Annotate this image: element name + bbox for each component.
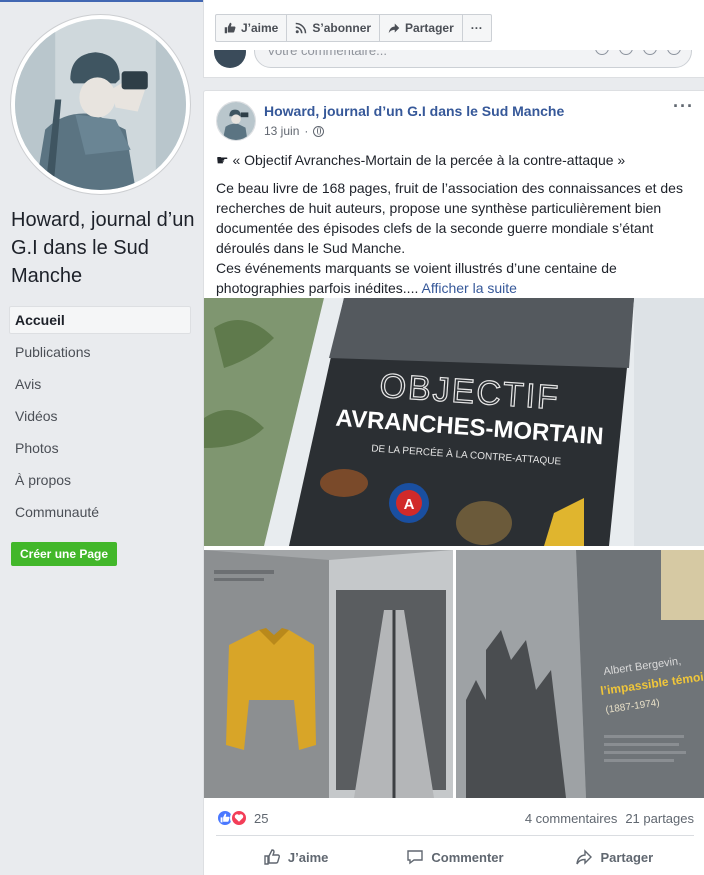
reaction-icons[interactable] [216,809,248,827]
comment-input[interactable]: Votre commentaire... [254,50,692,68]
page-like-button[interactable]: J’aime [215,14,288,42]
gif-icon[interactable] [643,50,657,55]
post-card: Howard, journal d’un G.I dans le Sud Man… [203,90,704,875]
page-more-button[interactable]: ··· [462,14,492,42]
page-like-label: J’aime [241,21,279,35]
svg-text:A: A [404,496,415,513]
soldier-avatar-icon [217,102,255,140]
nav-item-photos[interactable]: Photos [9,434,191,462]
bergevin-page-photo: Albert Bergevin, l’impassible témoin (18… [456,550,704,798]
comment-label: Commenter [431,849,504,865]
share-arrow-icon [576,849,593,865]
engagement-stats: 4 commentaires 21 partages [525,811,694,826]
post-date[interactable]: 13 juin [264,124,299,138]
comment-bubble-icon [407,850,424,865]
post-meta: 13 juin · [264,124,325,138]
page-nav: Accueil Publications Avis Vidéos Photos … [9,306,191,530]
reactions-bar: 25 4 commentaires 21 partages [216,806,694,830]
emoji-icon[interactable] [595,50,609,55]
love-reaction-icon [230,809,248,827]
book-cover-photo: OBJECTIF AVRANCHES-MORTAIN DE LA PERCÉE … [204,298,704,546]
page-action-buttons: J’aime S’abonner Partager ··· [215,14,492,42]
post-paragraph-1: Ce beau livre de 168 pages, fruit de l’a… [216,180,683,256]
nav-item-avis[interactable]: Avis [9,370,191,398]
post-actions: J’aime Commenter Partager [216,839,694,875]
page-sidebar: Howard, journal d’un G.I dans le Sud Man… [0,0,200,875]
avatar [214,50,246,68]
comment-button[interactable]: Commenter [375,839,534,875]
share-button[interactable]: Partager [535,839,694,875]
share-arrow-icon [388,23,400,34]
post-paragraph-2: Ces événements marquants se voient illus… [216,258,694,298]
meta-separator: · [304,124,309,138]
sticker-icon[interactable] [667,50,681,55]
globe-icon[interactable] [313,125,325,137]
nav-item-accueil[interactable]: Accueil [9,306,191,334]
divider [216,835,694,836]
post-paragraph-2-text: Ces événements marquants se voient illus… [216,260,617,296]
soldier-illustration [15,19,186,190]
post-headline: ☛ « Objectif Avranches-Mortain de la per… [216,152,626,168]
share-label: Partager [600,849,654,865]
comment-tools [595,50,681,55]
comment-composer: Votre commentaire... [214,50,694,70]
post-options-icon[interactable]: ··· [673,97,694,115]
rss-icon [296,22,307,34]
nav-item-a-propos[interactable]: À propos [9,466,191,494]
comments-count[interactable]: 4 commentaires [525,811,617,826]
like-label: J’aime [287,849,329,865]
previous-post-card: J’aime S’abonner Partager ··· Votre comm… [203,0,704,78]
see-more-link[interactable]: Afficher la suite [421,280,516,296]
camera-icon[interactable] [619,50,633,55]
create-page-button[interactable]: Créer une Page [11,542,118,566]
subscribe-button[interactable]: S’abonner [287,14,381,42]
post-photo-jacket-page[interactable] [204,550,453,798]
like-button[interactable]: J’aime [216,839,375,875]
comment-placeholder: Votre commentaire... [267,50,387,58]
nav-item-videos[interactable]: Vidéos [9,402,191,430]
post-author-link[interactable]: Howard, journal d’un G.I dans le Sud Man… [264,103,564,119]
page-profile-picture[interactable] [11,15,190,194]
page-share-label: Partager [405,21,454,35]
nav-item-publications[interactable]: Publications [9,338,191,366]
more-dots-icon: ··· [470,21,483,35]
thumbs-up-icon [224,22,236,34]
post-author-avatar[interactable] [216,101,256,141]
post-body: ☛ « Objectif Avranches-Mortain de la per… [216,150,694,298]
post-photo-book-cover[interactable]: OBJECTIF AVRANCHES-MORTAIN DE LA PERCÉE … [204,298,704,546]
post-photo-bergevin-page[interactable]: Albert Bergevin, l’impassible témoin (18… [456,550,704,798]
thumbs-up-icon [264,849,280,865]
reaction-count[interactable]: 25 [254,811,268,826]
shares-count[interactable]: 21 partages [625,811,694,826]
page-title[interactable]: Howard, journal d’un G.I dans le Sud Man… [11,206,196,290]
page-share-button[interactable]: Partager [380,14,463,42]
jacket-page-photo [204,550,453,798]
nav-item-communaute[interactable]: Communauté [9,498,191,526]
subscribe-label: S’abonner [312,21,372,35]
